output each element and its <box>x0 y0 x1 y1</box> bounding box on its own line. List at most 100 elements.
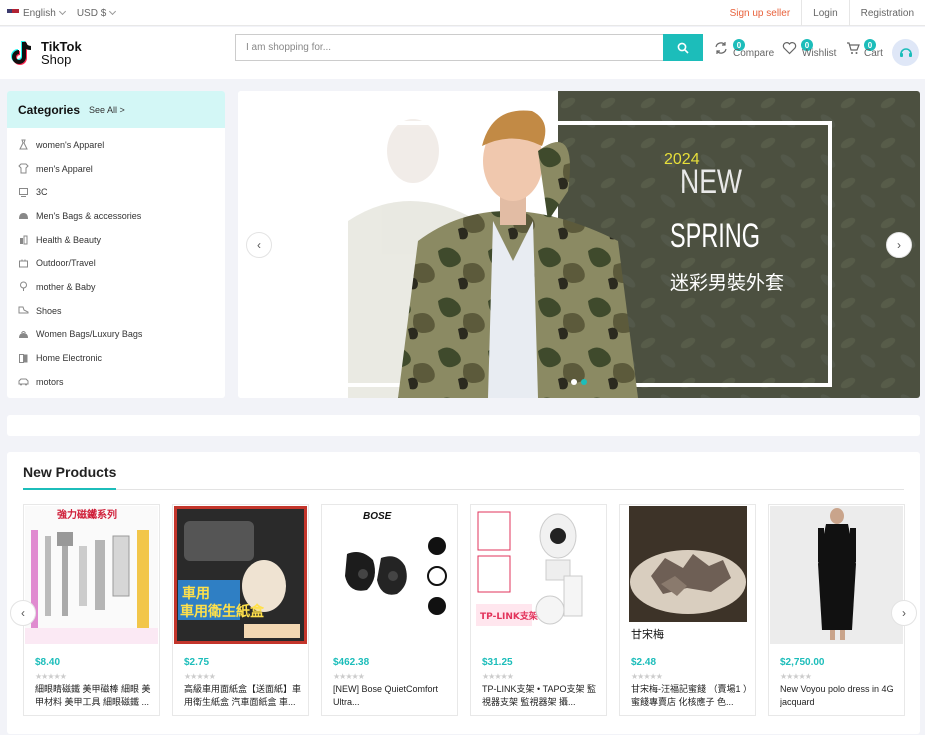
svg-text:車用: 車用 <box>182 585 210 602</box>
compare-link[interactable]: 0 Compare <box>714 39 774 59</box>
shirt-icon <box>18 163 29 174</box>
categories-header: Categories See All > <box>7 91 225 128</box>
new-products-section: New Products 強力磁鐵系列 $8.40 ★★★★★ 細眼睛磁鐵 美甲… <box>7 452 920 734</box>
search-input[interactable] <box>236 35 656 60</box>
see-all-link[interactable]: See All > <box>89 105 125 115</box>
registration-link[interactable]: Registration <box>848 0 925 26</box>
product-card[interactable]: $2,750.00 ★★★★★ New Voyou polo dress in … <box>768 504 905 716</box>
language-selector[interactable]: English <box>7 7 66 19</box>
wishlist-label: Wishlist <box>802 48 837 59</box>
headset-icon <box>899 47 912 57</box>
category-label: Shoes <box>36 305 62 316</box>
new-products-title: New Products <box>23 464 117 480</box>
currency-selector[interactable]: USD $ <box>76 7 117 19</box>
category-item-women-bags[interactable]: Women Bags/Luxury Bags <box>7 323 225 347</box>
account-links: Sign up seller Login Registration <box>719 0 925 26</box>
logo-line-2: Shop <box>41 52 72 67</box>
logo-text: TikTok Shop <box>41 40 82 66</box>
product-image: TP-LINK支架 <box>472 506 605 644</box>
customer-support-button[interactable] <box>892 39 919 66</box>
category-item-mother-baby[interactable]: mother & Baby <box>7 275 225 299</box>
bag-icon <box>19 213 28 220</box>
header: TikTokShop 0 Compare 0 Wishlist 0 Cart <box>0 27 925 79</box>
product-name[interactable]: New Voyou polo dress in 4G jacquard <box>780 683 898 709</box>
chevron-right-icon: › <box>902 606 906 620</box>
slide-dot-1[interactable] <box>571 379 577 385</box>
product-image-caption: 車用衛生紙盒 <box>180 603 265 620</box>
banner-prev-button[interactable]: ‹ <box>246 232 272 258</box>
product-card[interactable]: TP-LINK支架 $31.25 ★★★★★ TP-LINK支架 • TAPO支… <box>470 504 607 716</box>
product-price: $2,750.00 <box>780 657 825 668</box>
category-item-shoes[interactable]: Shoes <box>7 299 225 323</box>
chevron-down-icon <box>109 7 117 15</box>
category-item-motors[interactable]: motors <box>7 370 225 394</box>
product-price: $31.25 <box>482 657 513 668</box>
search-button[interactable] <box>663 34 703 61</box>
currency-label: USD $ <box>76 7 107 19</box>
sign-up-seller-link[interactable]: Sign up seller <box>719 0 802 26</box>
products-next-button[interactable]: › <box>891 600 917 626</box>
cart-label: Cart <box>864 48 883 59</box>
categories-panel: Categories See All > women's Apparel men… <box>7 91 225 398</box>
section-title-underline <box>23 488 116 490</box>
product-card[interactable]: 強力磁鐵系列 $8.40 ★★★★★ 細眼睛磁鐵 美甲磁棒 細眼 美甲材料 美甲… <box>23 504 160 716</box>
product-image-caption: 強力磁鐵系列 <box>57 508 117 521</box>
computer-icon <box>19 187 28 197</box>
category-item-home-electronic[interactable]: Home Electronic <box>7 346 225 370</box>
product-price: $2.75 <box>184 657 210 668</box>
product-price: $8.40 <box>35 657 61 668</box>
category-item-outdoor-travel[interactable]: Outdoor/Travel <box>7 251 225 275</box>
category-list: women's Apparel men's Apparel 3C Men's B… <box>7 128 225 394</box>
category-item-mens-apparel[interactable]: men's Apparel <box>7 157 225 181</box>
dress-icon <box>19 139 28 150</box>
product-price: $2.48 <box>631 657 657 668</box>
product-name[interactable]: [NEW] Bose QuietComfort Ultra... <box>333 683 451 709</box>
banner-image: 2024 NEW SPRING 迷彩男裝外套 <box>238 91 920 398</box>
cart-link[interactable]: 0 Cart <box>846 39 883 59</box>
category-label: Men's Bags & accessories <box>36 210 142 221</box>
product-card[interactable]: BOSE $462.38 ★★★★★ [NEW] Bose QuietComfo… <box>321 504 458 716</box>
wishlist-link[interactable]: 0 Wishlist <box>782 39 836 59</box>
product-image: 車用 車用衛生紙盒 <box>174 506 307 644</box>
banner-new: NEW <box>680 163 742 201</box>
product-name[interactable]: 細眼睛磁鐵 美甲磁棒 細眼 美甲材料 美甲工具 細眼磁鐵 ... <box>35 683 153 709</box>
products-prev-button[interactable]: ‹ <box>10 600 36 626</box>
tiktok-logo-icon <box>11 41 32 65</box>
baby-icon <box>20 281 27 292</box>
product-name[interactable]: 高級車用面紙盒【送面紙】車用衛生紙盒 汽車面紙盒 車... <box>184 683 302 709</box>
category-item-womens-apparel[interactable]: women's Apparel <box>7 133 225 157</box>
login-link[interactable]: Login <box>801 0 848 26</box>
rating-stars: ★★★★★ <box>35 672 67 681</box>
category-label: Women Bags/Luxury Bags <box>36 329 143 340</box>
locale-selectors: English USD $ <box>7 0 117 26</box>
chevron-right-icon: › <box>897 238 901 252</box>
category-item-3c[interactable]: 3C <box>7 180 225 204</box>
car-icon <box>18 378 29 386</box>
hero-banner[interactable]: 2024 NEW SPRING 迷彩男裝外套 ‹ › <box>238 91 920 398</box>
rating-stars: ★★★★★ <box>482 672 514 681</box>
rating-stars: ★★★★★ <box>333 672 365 681</box>
banner-subtitle: 迷彩男裝外套 <box>670 272 784 294</box>
compare-label: Compare <box>733 48 775 59</box>
category-label: 3C <box>36 187 48 198</box>
product-name[interactable]: TP-LINK支架 • TAPO支架 監視器支架 監視器架 攝... <box>482 683 600 709</box>
category-label: Home Electronic <box>36 353 103 364</box>
banner-next-button[interactable]: › <box>886 232 912 258</box>
rating-stars: ★★★★★ <box>631 672 663 681</box>
slide-dot-2[interactable] <box>581 379 587 385</box>
site-logo[interactable]: TikTok Shop <box>8 39 82 67</box>
top-bar: English USD $ Sign up seller Login Regis… <box>0 0 925 26</box>
category-label: Health & Beauty <box>36 234 102 245</box>
product-card[interactable]: 車用 車用衛生紙盒 $2.75 ★★★★★ 高級車用面紙盒【送面紙】車用衛生紙盒… <box>172 504 309 716</box>
banner-spring: SPRING <box>670 217 760 255</box>
category-item-health-beauty[interactable]: Health & Beauty <box>7 228 225 252</box>
product-name[interactable]: 甘宋梅-汪福記蜜餞 （賣場1 ）蜜餞專賣店 化核應子 色... <box>631 683 749 709</box>
travel-icon <box>19 259 28 268</box>
product-card[interactable]: 甘宋梅 $2.48 ★★★★★ 甘宋梅-汪福記蜜餞 （賣場1 ）蜜餞專賣店 化核… <box>619 504 756 716</box>
product-image: 強力磁鐵系列 <box>25 506 158 644</box>
section-divider <box>23 489 904 490</box>
handbag-icon <box>19 330 28 338</box>
spacer-strip <box>7 415 920 436</box>
category-item-mens-bags[interactable]: Men's Bags & accessories <box>7 204 225 228</box>
rating-stars: ★★★★★ <box>184 672 216 681</box>
